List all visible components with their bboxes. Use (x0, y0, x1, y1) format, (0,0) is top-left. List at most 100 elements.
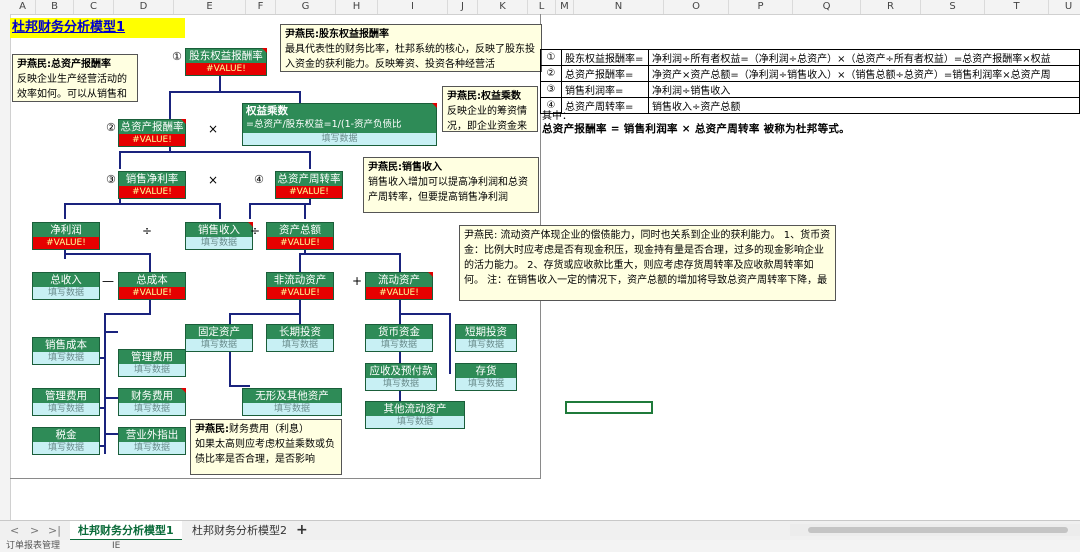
node-mgmt-exp-a-value[interactable]: 填写数据 (119, 364, 185, 376)
node-cogs[interactable]: 销售成本 填写数据 (32, 337, 100, 365)
node-total-cost-value[interactable]: #VALUE! (119, 287, 185, 299)
node-receivables[interactable]: 应收及预付款 填写数据 (365, 363, 437, 391)
selected-cell[interactable] (565, 401, 653, 414)
formula-cell-formula[interactable]: 净利润÷销售收入 (648, 81, 1080, 98)
column-header-l[interactable]: L (528, 0, 556, 14)
column-header-i[interactable]: I (378, 0, 448, 14)
add-sheet-button[interactable]: + (296, 522, 308, 538)
column-header-t[interactable]: T (985, 0, 1049, 14)
node-long-invest[interactable]: 长期投资 填写数据 (266, 324, 334, 352)
column-header-r[interactable]: R (861, 0, 921, 14)
node-net-profit-value[interactable]: #VALUE! (33, 237, 99, 249)
column-header-g[interactable]: G (276, 0, 336, 14)
column-header-d[interactable]: D (114, 0, 174, 14)
node-total-assets-value[interactable]: #VALUE! (267, 237, 333, 249)
node-mgmt-exp-b-value[interactable]: 填写数据 (33, 403, 99, 415)
node-net-margin[interactable]: 销售净利率 #VALUE! (118, 171, 186, 199)
note-roa[interactable]: 尹燕民:总资产报酬率 反映企业生产经营活动的效率如何。可以从销售和 (12, 54, 138, 102)
node-inventory-value[interactable]: 填写数据 (456, 378, 516, 390)
node-current-value[interactable]: #VALUE! (366, 287, 432, 299)
node-fixed-value[interactable]: 填写数据 (186, 339, 252, 351)
node-total-assets[interactable]: 资产总额 #VALUE! (266, 222, 334, 250)
node-fin-exp[interactable]: 财务费用 填写数据 (118, 388, 186, 416)
column-header-n[interactable]: N (574, 0, 664, 14)
prev-sheet-icon[interactable]: < (10, 524, 19, 537)
node-noncurrent-assets[interactable]: 非流动资产 #VALUE! (266, 272, 334, 300)
node-sales-a-value[interactable]: 填写数据 (186, 237, 252, 249)
formula-cell-idx[interactable]: ③ (540, 81, 562, 98)
note-roe[interactable]: 尹燕民:股东权益报酬率 最具代表性的财务比率，杜邦系统的核心，反映了股东投入资金… (280, 24, 542, 72)
node-equity-multiplier[interactable]: 权益乘数 =总资产/股东权益=1/(1-资产负债比 填写数据 (242, 103, 437, 146)
node-cash[interactable]: 货币资金 填写数据 (365, 324, 433, 352)
node-inventory[interactable]: 存货 填写数据 (455, 363, 517, 391)
node-short-invest-value[interactable]: 填写数据 (456, 339, 516, 351)
node-total-income-value[interactable]: 填写数据 (33, 287, 99, 299)
node-roe[interactable]: 股东权益报酬率 #VALUE! (185, 48, 267, 76)
horizontal-scrollbar[interactable] (790, 524, 1080, 536)
node-total-cost[interactable]: 总成本 #VALUE! (118, 272, 186, 300)
node-fin-exp-value[interactable]: 填写数据 (119, 403, 185, 415)
column-header-e[interactable]: E (174, 0, 246, 14)
formula-cell-idx[interactable]: ② (540, 65, 562, 82)
formula-cell-name[interactable]: 总资产周转率= (561, 97, 649, 114)
node-total-income[interactable]: 总收入 填写数据 (32, 272, 100, 300)
column-header-u[interactable]: U (1049, 0, 1080, 14)
node-mgmt-exp-b[interactable]: 管理费用 填写数据 (32, 388, 100, 416)
node-roe-value[interactable]: #VALUE! (186, 63, 266, 75)
comment-indicator[interactable] (248, 222, 253, 227)
comment-indicator[interactable] (181, 388, 186, 393)
mid-label[interactable]: 其中： (542, 107, 572, 122)
last-sheet-icon[interactable]: >| (48, 524, 61, 537)
node-tax-value[interactable]: 填写数据 (33, 442, 99, 454)
formula-cell-formula[interactable]: 销售收入÷资产总额 (648, 97, 1080, 114)
formula-cell-name[interactable]: 销售利润率= (561, 81, 649, 98)
column-header-h[interactable]: H (336, 0, 378, 14)
node-asset-turnover[interactable]: 总资产周转率 #VALUE! (275, 171, 343, 199)
node-nonop-value[interactable]: 填写数据 (119, 442, 185, 454)
node-long-invest-value[interactable]: 填写数据 (267, 339, 333, 351)
note-equity-multiplier[interactable]: 尹燕民:权益乘数 反映企业的筹资情况，即企业资金来 (442, 86, 538, 132)
node-net-margin-value[interactable]: #VALUE! (119, 186, 185, 198)
column-header-o[interactable]: O (664, 0, 729, 14)
node-cogs-value[interactable]: 填写数据 (33, 352, 99, 364)
node-roa[interactable]: 总资产报酬率 #VALUE! (118, 119, 186, 147)
formula-cell-name[interactable]: 股东权益报酬率= (561, 49, 649, 66)
node-asset-turnover-value[interactable]: #VALUE! (276, 186, 342, 198)
node-current-assets[interactable]: 流动资产 #VALUE! (365, 272, 433, 300)
formula-cell-name[interactable]: 总资产报酬率= (561, 65, 649, 82)
node-net-profit[interactable]: 净利润 #VALUE! (32, 222, 100, 250)
node-mgmt-exp-a[interactable]: 管理费用 填写数据 (118, 349, 186, 377)
column-header-j[interactable]: J (448, 0, 478, 14)
column-header-f[interactable]: F (246, 0, 276, 14)
node-cash-value[interactable]: 填写数据 (366, 339, 432, 351)
node-receivables-value[interactable]: 填写数据 (366, 378, 436, 390)
sheet-tab-2[interactable]: 杜邦财务分析模型2 (184, 521, 295, 541)
formula-cell-formula[interactable]: 净利润÷所有者权益=（净利润÷总资产）×（总资产÷所有者权益）=总资产报酬率×权… (648, 49, 1080, 66)
node-other-current-value[interactable]: 填写数据 (366, 416, 464, 428)
node-short-invest[interactable]: 短期投资 填写数据 (455, 324, 517, 352)
node-intangible[interactable]: 无形及其他资产 填写数据 (242, 388, 342, 416)
node-roa-value[interactable]: #VALUE! (119, 134, 185, 146)
column-header-m[interactable]: M (556, 0, 574, 14)
formula-cell-idx[interactable]: ① (540, 49, 562, 66)
scroll-thumb[interactable] (808, 527, 1068, 533)
node-em-value[interactable]: 填写数据 (243, 133, 436, 145)
node-sales-a[interactable]: 销售收入 填写数据 (185, 222, 253, 250)
node-noncurrent-value[interactable]: #VALUE! (267, 287, 333, 299)
worksheet[interactable]: 杜邦财务分析模型1 ① 股东权益报酬率 #VALUE! ② 总资产报酬率 #VA… (10, 14, 1080, 520)
comment-indicator[interactable] (428, 272, 433, 277)
next-sheet-icon[interactable]: > (30, 524, 39, 537)
node-nonop-exp[interactable]: 营业外指出 填写数据 (118, 427, 186, 455)
comment-indicator[interactable] (262, 48, 267, 53)
column-header-c[interactable]: C (74, 0, 114, 14)
note-sales[interactable]: 尹燕民:销售收入 销售收入增加可以提高净利润和总资产周转率，但要提高销售净利润 (363, 157, 539, 213)
column-header-b[interactable]: B (36, 0, 74, 14)
note-current-assets[interactable]: 尹燕民: 流动资产体现企业的偿债能力，同时也关系到企业的获利能力。 1、货币资金… (459, 225, 836, 301)
dupont-summary[interactable]: 总资产报酬率 = 销售利润率 × 总资产周转率 被称为杜邦等式。 (542, 121, 850, 136)
comment-indicator[interactable] (432, 103, 437, 108)
sheet-tab-1[interactable]: 杜邦财务分析模型1 (70, 521, 182, 541)
formula-cell-formula[interactable]: 净资产×资产总额=（净利润÷销售收入）×（销售总额÷总资产）=销售利润率×总资产… (648, 65, 1080, 82)
node-tax[interactable]: 税金 填写数据 (32, 427, 100, 455)
node-intangible-value[interactable]: 填写数据 (243, 403, 341, 415)
comment-indicator[interactable] (181, 119, 186, 124)
